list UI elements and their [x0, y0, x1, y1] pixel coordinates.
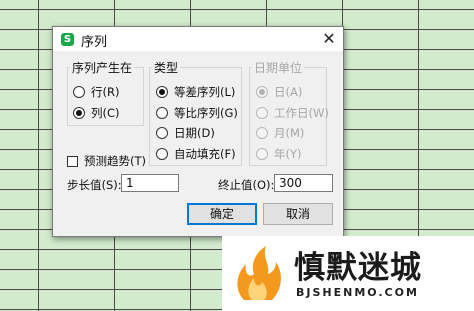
radio-autofill[interactable]: 自动填充(F): [156, 146, 236, 162]
radio-date-label: 日期(D): [174, 126, 215, 140]
checkbox-icon: [67, 155, 78, 167]
trend-checkbox[interactable]: 预测趋势(T): [67, 153, 146, 169]
watermark-brand-name: 慎默迷城: [294, 250, 422, 286]
date-unit-legend: 日期单位: [254, 61, 303, 75]
radio-columns-label: 列(C): [91, 106, 120, 120]
radio-autofill-label: 自动填充(F): [174, 147, 236, 161]
site-watermark: 慎默迷城 BJSHENMO.COM: [222, 236, 474, 311]
radio-date[interactable]: 日期(D): [156, 125, 215, 141]
radio-linear[interactable]: 等差序列(L): [156, 84, 235, 100]
radio-day-label: 日(A): [274, 85, 303, 99]
radio-selected-icon: [156, 86, 168, 98]
radio-weekday[interactable]: 工作日(W): [256, 105, 329, 121]
step-value-label: 步长值(S):: [67, 178, 122, 192]
radio-month-label: 月(M): [274, 126, 305, 140]
trend-checkbox-label: 预测趋势(T): [84, 154, 146, 168]
radio-icon: [256, 107, 268, 119]
step-value-input[interactable]: 1: [121, 174, 179, 192]
radio-year-label: 年(Y): [274, 147, 302, 161]
stop-value-input[interactable]: 300: [274, 174, 333, 192]
radio-selected-icon: [256, 86, 268, 98]
close-icon[interactable]: ✕: [319, 29, 339, 49]
radio-day[interactable]: 日(A): [256, 84, 302, 100]
dialog-titlebar[interactable]: S 序列 ✕: [53, 27, 343, 51]
radio-linear-label: 等差序列(L): [174, 85, 236, 99]
radio-month[interactable]: 月(M): [256, 125, 304, 141]
radio-rows[interactable]: 行(R): [73, 84, 119, 100]
radio-growth[interactable]: 等比序列(G): [156, 105, 238, 121]
radio-icon: [256, 148, 268, 160]
radio-columns[interactable]: 列(C): [73, 105, 120, 121]
radio-growth-label: 等比序列(G): [174, 106, 238, 120]
radio-icon: [156, 148, 168, 160]
radio-icon: [73, 86, 85, 98]
cancel-button[interactable]: 取消: [263, 203, 333, 225]
wps-sheet-icon: S: [61, 33, 74, 46]
radio-icon: [256, 127, 268, 139]
radio-selected-icon: [73, 107, 85, 119]
dialog-title: 序列: [81, 35, 108, 50]
radio-icon: [156, 127, 168, 139]
ok-button[interactable]: 确定: [187, 203, 257, 225]
type-legend: 类型: [154, 61, 179, 75]
watermark-domain: BJSHENMO.COM: [296, 286, 419, 299]
radio-rows-label: 行(R): [91, 85, 120, 99]
radio-weekday-label: 工作日(W): [274, 106, 329, 120]
series-dialog: S 序列 ✕ 序列产生在 行(R) 列(C) 类型 等差序列(L) 等比序列(G…: [52, 26, 344, 237]
series-in-legend: 序列产生在: [72, 61, 133, 75]
radio-year[interactable]: 年(Y): [256, 146, 302, 162]
stop-value-label: 终止值(O):: [218, 178, 275, 192]
radio-icon: [156, 107, 168, 119]
flame-logo-icon: [237, 246, 281, 300]
